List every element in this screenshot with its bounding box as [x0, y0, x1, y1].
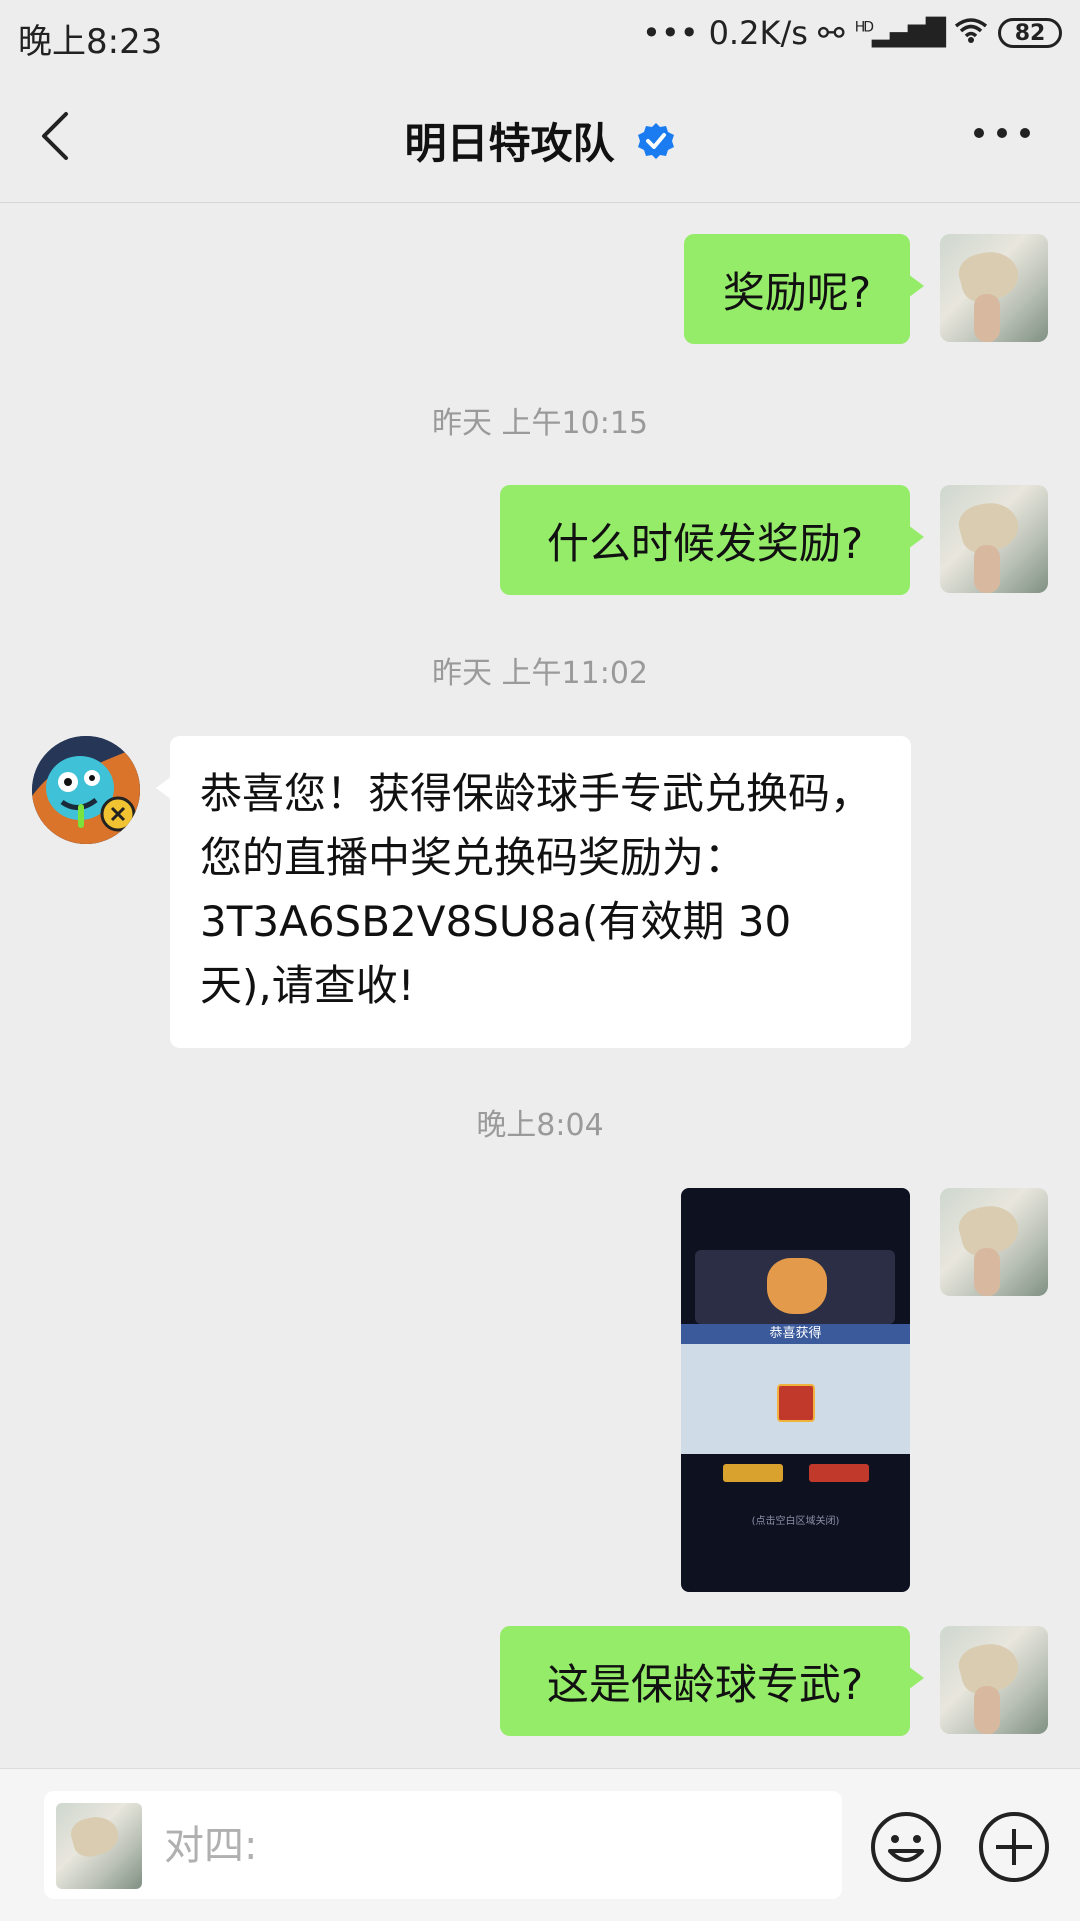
wifi-icon: [954, 14, 988, 52]
status-indicators: ••• 0.2K/s ⚯ HD▂▄▆█ 82: [642, 14, 1062, 52]
message-line: 您的直播中奖兑换码奖励为：: [200, 833, 747, 882]
plus-circle-icon: [979, 1812, 1049, 1882]
chat-title: 明日特攻队: [404, 119, 615, 168]
message-bubble-sent[interactable]: 奖励呢?: [684, 234, 924, 344]
more-dot: [1020, 128, 1030, 138]
my-avatar[interactable]: [940, 234, 1048, 342]
zombie-avatar-icon: [32, 736, 140, 844]
image-button-yellow: [723, 1464, 783, 1482]
signal-icon: HD▂▄▆█: [854, 18, 946, 48]
my-avatar[interactable]: [940, 1626, 1048, 1734]
status-bar: 晚上8:23 ••• 0.2K/s ⚯ HD▂▄▆█ 82: [0, 0, 1080, 76]
emoji-smile-icon: [871, 1812, 941, 1882]
timestamp: 昨天 上午11:02: [432, 656, 648, 691]
link-icon: ⚯: [817, 14, 845, 52]
image-footer-text: (点击空白区域关闭): [751, 1516, 840, 1527]
image-caption-band: 恭喜获得: [681, 1324, 910, 1344]
more-button[interactable]: [974, 128, 1030, 142]
emoji-button[interactable]: [870, 1811, 942, 1883]
status-time: 晚上8:23: [18, 22, 163, 62]
verified-badge-icon: [637, 122, 674, 159]
chat-header: 明日特攻队: [0, 76, 1080, 203]
image-button-red: [809, 1464, 869, 1482]
corgi-image: [767, 1258, 827, 1314]
more-dots-icon: [974, 128, 984, 138]
input-bar: [0, 1768, 1080, 1921]
more-dot: [997, 128, 1007, 138]
message-line: 恭喜您！获得保龄球手专武兑换码，: [200, 769, 873, 818]
title-area: 明日特攻队: [0, 110, 1080, 171]
dots-icon: •••: [641, 14, 699, 52]
input-avatar[interactable]: [56, 1803, 142, 1889]
message-line: 3T3A6SB2V8SU8a(有效期 30: [200, 897, 792, 946]
battery-icon: 82: [998, 18, 1062, 48]
my-avatar[interactable]: [940, 485, 1048, 593]
plus-button[interactable]: [978, 1811, 1050, 1883]
image-message[interactable]: 恭喜获得 (点击空白区域关闭): [681, 1188, 910, 1592]
input-box[interactable]: [44, 1791, 842, 1901]
timestamp: 晚上8:04: [476, 1108, 604, 1143]
message-bubble-sent[interactable]: 这是保龄球专武?: [500, 1626, 924, 1736]
contact-avatar[interactable]: [32, 736, 140, 844]
message-input[interactable]: [162, 1791, 826, 1901]
reward-item-icon: [777, 1384, 815, 1422]
message-bubble-received[interactable]: 恭喜您！获得保龄球手专武兑换码， 您的直播中奖兑换码奖励为： 3T3A6SB2V…: [156, 736, 911, 1048]
timestamp: 昨天 上午10:15: [432, 406, 648, 441]
my-avatar[interactable]: [940, 1188, 1048, 1296]
message-line: 天),请查收!: [200, 961, 415, 1010]
network-speed: 0.2K/s: [708, 14, 808, 52]
message-bubble-sent[interactable]: 什么时候发奖励?: [500, 485, 924, 595]
